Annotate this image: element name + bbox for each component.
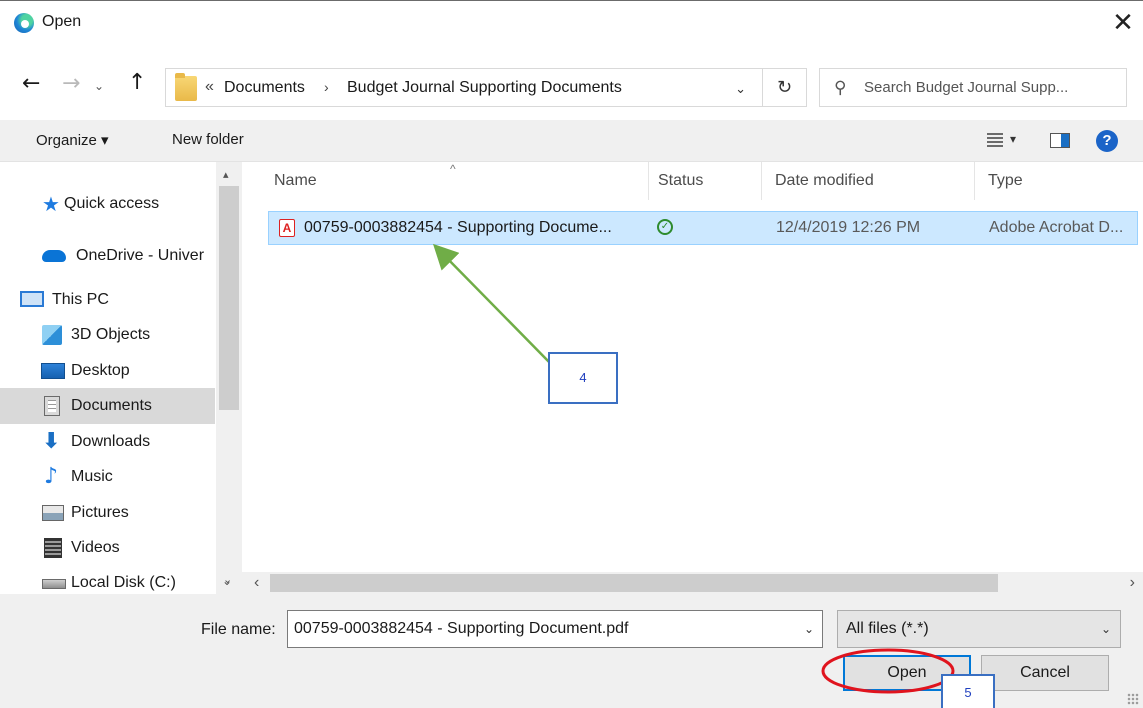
sidebar-item-desktop[interactable]: Desktop bbox=[0, 353, 215, 389]
column-header-name[interactable]: Name bbox=[274, 172, 317, 190]
annotation-callout-5: 5 bbox=[941, 674, 995, 708]
cancel-button[interactable]: Cancel bbox=[981, 655, 1109, 691]
open-file-dialog: Open ✕ ← → ⌄ ↑ « Documents › Budget Jour… bbox=[0, 0, 1143, 708]
sidebar-item-label: This PC bbox=[52, 291, 109, 308]
sidebar-item-music[interactable]: ♪ Music bbox=[0, 459, 215, 495]
music-icon: ♪ bbox=[44, 464, 59, 489]
resize-grip-icon[interactable] bbox=[1127, 693, 1139, 705]
sidebar-item-downloads[interactable]: ⬇ Downloads bbox=[0, 424, 215, 460]
sort-ascending-icon: ^ bbox=[450, 162, 456, 176]
back-button[interactable]: ← bbox=[22, 71, 40, 96]
forward-button[interactable]: → bbox=[62, 71, 80, 96]
new-folder-button[interactable]: New folder bbox=[172, 131, 244, 148]
title-bar: Open ✕ bbox=[0, 1, 1143, 45]
sidebar-item-pictures[interactable]: Pictures bbox=[0, 495, 215, 531]
sidebar-item-label: Local Disk (C:) bbox=[71, 574, 176, 591]
star-icon: ★ bbox=[42, 192, 60, 216]
search-icon: ⚲ bbox=[834, 78, 847, 98]
document-icon bbox=[44, 396, 60, 416]
file-type-select[interactable]: All files (*.*) ⌄ bbox=[837, 610, 1121, 648]
sidebar-item-label: Desktop bbox=[71, 362, 130, 379]
address-dropdown-icon[interactable]: ⌄ bbox=[735, 81, 746, 97]
close-button[interactable]: ✕ bbox=[1103, 5, 1143, 41]
edge-browser-icon bbox=[14, 13, 34, 33]
command-bar: Organize ▾ New folder ▾ ? bbox=[0, 120, 1143, 162]
pictures-icon bbox=[42, 505, 64, 521]
file-name-dropdown-icon[interactable]: ⌄ bbox=[804, 622, 814, 636]
file-row-selected[interactable]: A 00759-0003882454 - Supporting Docume..… bbox=[268, 211, 1138, 245]
scroll-right-arrow-icon[interactable]: › bbox=[1130, 574, 1135, 592]
sidebar-item-documents[interactable]: Documents bbox=[0, 388, 215, 424]
column-header-status[interactable]: Status bbox=[658, 172, 703, 190]
navigation-pane-scrollbar[interactable]: ▴ ⌄ bbox=[216, 162, 242, 594]
file-name-label: File name: bbox=[201, 621, 276, 638]
file-type-dropdown-icon[interactable]: ⌄ bbox=[1101, 622, 1111, 636]
address-bar[interactable]: « Documents › Budget Journal Supporting … bbox=[165, 68, 763, 107]
search-box[interactable]: ⚲ bbox=[819, 68, 1127, 107]
breadcrumb-documents[interactable]: Documents bbox=[224, 79, 305, 97]
sidebar-item-this-pc[interactable]: This PC bbox=[0, 282, 215, 318]
cloud-icon bbox=[42, 250, 66, 262]
help-icon[interactable]: ? bbox=[1096, 130, 1118, 152]
breadcrumb-separator[interactable]: › bbox=[324, 79, 329, 95]
sidebar-item-onedrive[interactable]: OneDrive - Univer bbox=[0, 238, 215, 274]
scrollbar-thumb[interactable] bbox=[219, 186, 239, 410]
recent-locations-button[interactable]: ⌄ bbox=[94, 79, 104, 93]
disk-icon bbox=[42, 579, 66, 589]
sidebar-item-label: Pictures bbox=[71, 504, 129, 521]
sidebar-item-label: Quick access bbox=[64, 195, 160, 212]
file-name-cell: 00759-0003882454 - Supporting Docume... bbox=[304, 219, 612, 236]
file-name-input[interactable] bbox=[294, 611, 794, 647]
navigation-bar: ← → ⌄ ↑ « Documents › Budget Journal Sup… bbox=[0, 63, 1143, 111]
scroll-up-arrow-icon[interactable]: ▴ bbox=[223, 168, 229, 181]
address-overflow-chevron[interactable]: « bbox=[205, 78, 214, 96]
sidebar-item-quick-access[interactable]: ★ Quick access bbox=[0, 186, 215, 222]
desktop-icon bbox=[41, 363, 65, 379]
column-divider[interactable] bbox=[648, 162, 649, 200]
scroll-left-arrow-icon[interactable]: ‹ bbox=[254, 574, 259, 592]
cube-icon bbox=[42, 325, 62, 345]
horizontal-scrollbar[interactable]: ‹ › bbox=[242, 572, 1143, 594]
date-modified-cell: 12/4/2019 12:26 PM bbox=[776, 219, 921, 236]
sidebar-item-label: Documents bbox=[71, 397, 152, 414]
annotation-callout-4: 4 bbox=[548, 352, 618, 404]
sidebar-item-3d-objects[interactable]: 3D Objects bbox=[0, 317, 215, 353]
column-header-date-modified[interactable]: Date modified bbox=[775, 172, 874, 190]
sidebar-item-label: 3D Objects bbox=[71, 326, 151, 343]
file-type-value: All files (*.*) bbox=[846, 620, 929, 637]
sidebar-scroll-down-icon[interactable]: ⌄ bbox=[222, 574, 232, 588]
file-name-combobox[interactable]: ⌄ bbox=[287, 610, 823, 648]
navigation-pane: ★ Quick access OneDrive - Univer This PC… bbox=[0, 162, 242, 594]
breadcrumb-budget-journal[interactable]: Budget Journal Supporting Documents bbox=[347, 79, 622, 97]
folder-icon bbox=[175, 73, 197, 101]
search-input[interactable] bbox=[864, 69, 1122, 106]
file-list: ^ Name Status Date modified Type A 00759… bbox=[242, 162, 1143, 572]
refresh-button[interactable]: ↻ bbox=[763, 68, 807, 107]
organize-button[interactable]: Organize ▾ bbox=[36, 131, 109, 149]
horizontal-scrollbar-thumb[interactable] bbox=[270, 574, 998, 592]
sidebar-item-label: OneDrive - Univer bbox=[76, 247, 205, 264]
videos-icon bbox=[44, 538, 62, 558]
change-view-icon[interactable] bbox=[987, 133, 1003, 148]
dialog-title: Open bbox=[42, 13, 82, 30]
computer-icon bbox=[20, 291, 44, 307]
column-divider[interactable] bbox=[761, 162, 762, 200]
column-header-type[interactable]: Type bbox=[988, 172, 1023, 190]
sidebar-item-label: Music bbox=[71, 468, 113, 485]
up-button[interactable]: ↑ bbox=[128, 70, 146, 95]
preview-pane-icon[interactable] bbox=[1050, 133, 1070, 148]
column-divider[interactable] bbox=[974, 162, 975, 200]
sidebar-item-label: Videos bbox=[71, 539, 120, 556]
sidebar-item-label: Downloads bbox=[71, 433, 151, 450]
view-options-dropdown[interactable]: ▾ bbox=[1010, 132, 1016, 146]
download-icon: ⬇ bbox=[42, 429, 61, 454]
sync-status-icon: ✓ bbox=[657, 219, 673, 235]
sidebar-item-videos[interactable]: Videos bbox=[0, 530, 215, 566]
file-type-cell: Adobe Acrobat D... bbox=[989, 219, 1124, 236]
pdf-file-icon: A bbox=[279, 219, 295, 237]
